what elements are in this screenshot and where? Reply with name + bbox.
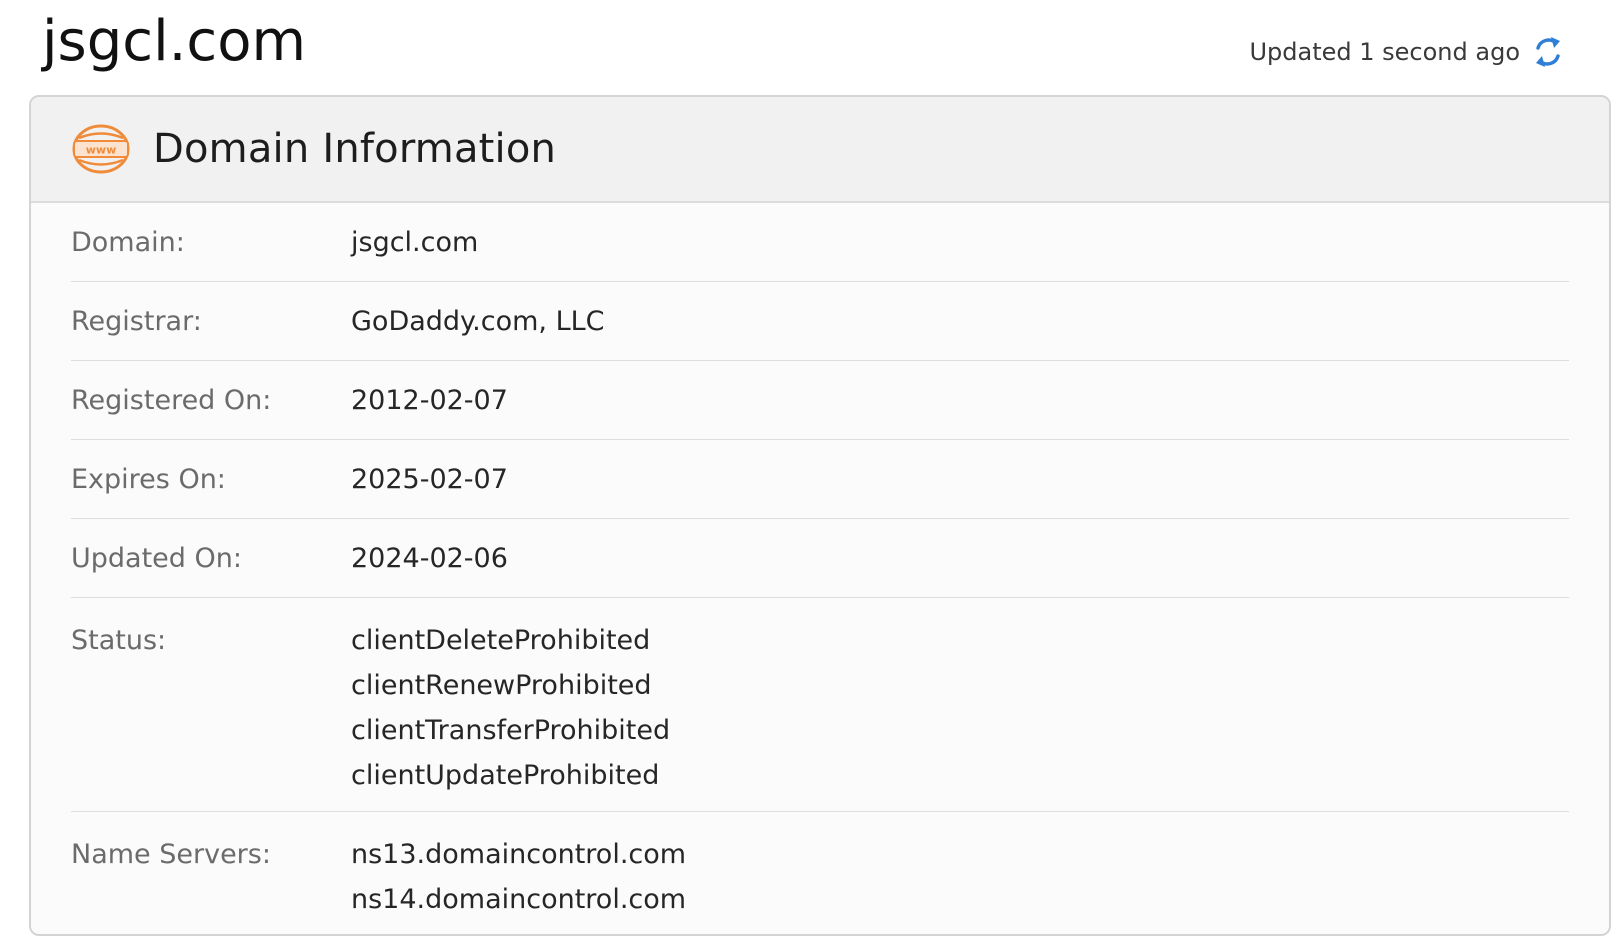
row-label: Updated On: [71,543,242,574]
row-label: Status: [71,625,167,656]
row-value: jsgcl.com [351,227,479,258]
row-registered-on: Registered On: 2012-02-07 [71,361,1569,440]
status-value: clientRenewProhibited [351,670,652,701]
status-value: clientUpdateProhibited [351,760,660,791]
row-value: 2024-02-06 [351,543,508,574]
row-name-servers: Name Servers: ns13.domaincontrol.com ns1… [71,812,1569,934]
refresh-icon [1536,37,1560,67]
row-label: Registrar: [71,306,202,337]
refresh-button[interactable] [1530,32,1566,72]
status-list: clientDeleteProhibited clientRenewProhib… [351,598,670,811]
row-label: Domain: [71,227,185,258]
name-server-value: ns13.domaincontrol.com [351,839,687,870]
row-value: GoDaddy.com, LLC [351,306,605,337]
name-server-list: ns13.domaincontrol.com ns14.domaincontro… [351,812,687,934]
row-registrar: Registrar: GoDaddy.com, LLC [71,282,1569,361]
info-rows: Domain: jsgcl.com Registrar: GoDaddy.com… [31,203,1609,934]
status-value: clientTransferProhibited [351,715,671,746]
updated-text: Updated 1 second ago [1249,38,1520,66]
name-server-value: ns14.domaincontrol.com [351,884,687,915]
status-value: clientDeleteProhibited [351,625,651,656]
row-status: Status: clientDeleteProhibited clientRen… [71,598,1569,812]
updated-status: Updated 1 second ago [1249,30,1566,74]
svg-text:www: www [86,144,117,157]
row-domain: Domain: jsgcl.com [71,203,1569,282]
domain-info-card: www Domain Information Domain: jsgcl.com… [29,95,1611,936]
card-title: Domain Information [153,126,557,172]
www-globe-icon: www [71,123,131,175]
row-expires-on: Expires On: 2025-02-07 [71,440,1569,519]
row-label: Registered On: [71,385,272,416]
row-value: 2025-02-07 [351,464,508,495]
page-title: jsgcl.com [42,9,307,74]
row-updated-on: Updated On: 2024-02-06 [71,519,1569,598]
row-label: Name Servers: [71,839,271,870]
row-label: Expires On: [71,464,226,495]
row-value: 2012-02-07 [351,385,508,416]
card-header: www Domain Information [31,97,1609,203]
page-header: jsgcl.com Updated 1 second ago [0,0,1620,95]
